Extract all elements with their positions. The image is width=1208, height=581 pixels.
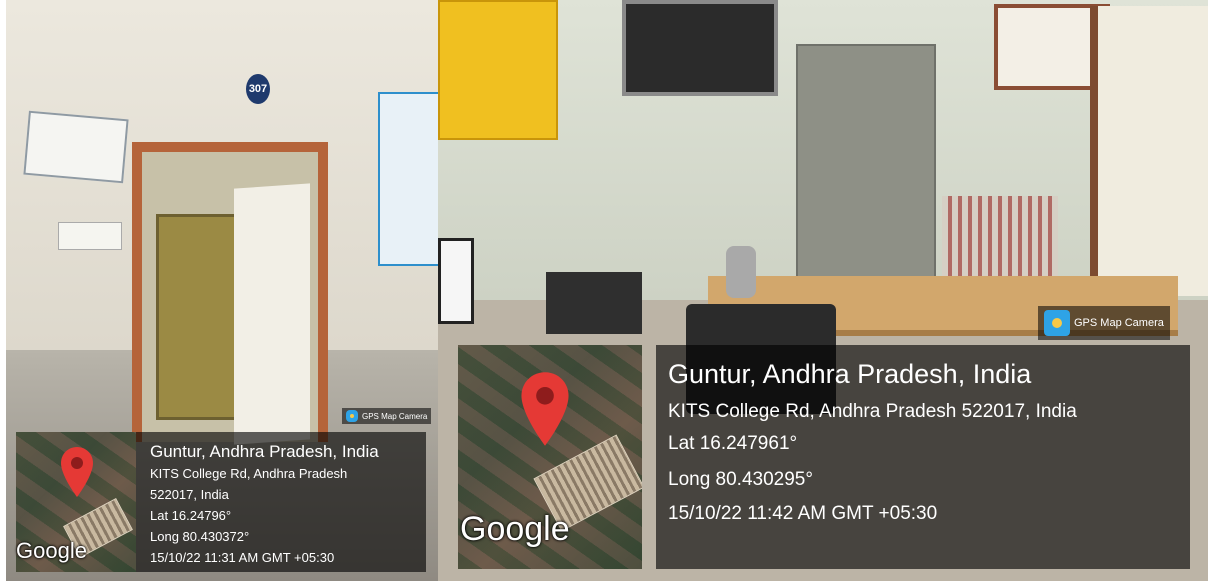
gps-camera-label: GPS Map Camera <box>362 411 428 421</box>
wall-poster <box>378 92 438 266</box>
yellow-notice-board <box>438 0 558 140</box>
map-pin-icon <box>520 369 570 449</box>
location-info-panel: Guntur, Andhra Pradesh, India KITS Colle… <box>656 345 1190 569</box>
location-longitude: Long 80.430372° <box>150 529 250 544</box>
gps-camera-badge: GPS Map Camera <box>1038 306 1170 340</box>
gps-camera-label: GPS Map Camera <box>1074 317 1164 329</box>
google-attribution: Google <box>16 538 87 563</box>
map-pin-icon <box>60 446 94 498</box>
location-timestamp: 15/10/22 11:42 AM GMT +05:30 <box>668 503 938 524</box>
location-latitude: Lat 16.247961° <box>668 433 798 454</box>
gps-map-camera-icon <box>1044 310 1070 336</box>
location-info-panel: Guntur, Andhra Pradesh, India KITS Colle… <box>136 432 426 572</box>
location-latitude: Lat 16.24796° <box>150 508 232 523</box>
steel-cupboard <box>796 44 936 312</box>
location-longitude: Long 80.430295° <box>668 469 813 490</box>
doorway <box>1090 6 1208 296</box>
kettle <box>726 246 756 298</box>
black-name-board <box>622 0 778 96</box>
google-attribution: Google <box>460 510 570 548</box>
computer-monitor <box>438 238 474 324</box>
location-city: Guntur, Andhra Pradesh, India <box>150 442 379 461</box>
chair-towel <box>942 196 1058 280</box>
location-address-line-1: KITS College Rd, Andhra Pradesh <box>150 466 348 481</box>
location-address-line-2: 522017, India <box>150 487 229 502</box>
location-timestamp: 15/10/22 11:31 AM GMT +05:30 <box>150 550 335 565</box>
printer <box>546 272 642 334</box>
open-door <box>234 183 310 445</box>
gps-camera-badge: GPS Map Camera <box>342 408 432 424</box>
name-plate <box>23 110 129 184</box>
location-city: Guntur, Andhra Pradesh, India <box>668 359 1032 389</box>
switch-board <box>58 222 122 250</box>
gps-map-camera-icon <box>346 410 358 422</box>
room-number-badge: 307 <box>246 74 270 104</box>
location-address: KITS College Rd, Andhra Pradesh 522017, … <box>668 401 1077 422</box>
